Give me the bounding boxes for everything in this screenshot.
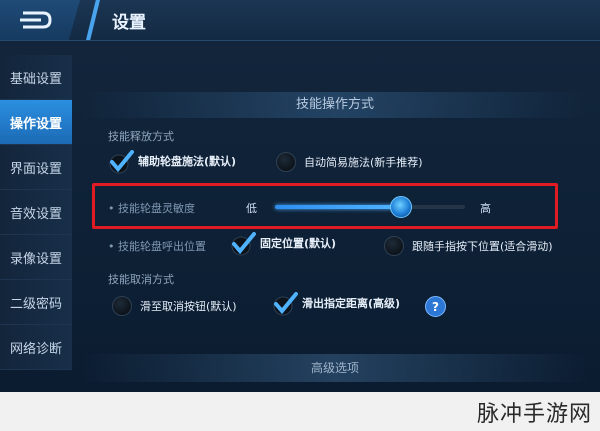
highlight-annotation-box: [92, 183, 558, 229]
watermark-text: 脉冲手游网: [476, 402, 592, 427]
option-fixed-position-label: 固定位置(默认): [260, 237, 337, 250]
header-bar: 设置: [0, 0, 600, 41]
back-button[interactable]: [0, 0, 80, 40]
header-accent-stripe: [86, 0, 100, 40]
option-simple-cast[interactable]: 自动简易施法(新手推荐): [276, 152, 423, 172]
sidebar-item-interface[interactable]: 界面设置: [0, 145, 72, 190]
option-slide-distance[interactable]: 滑出指定距离(高级): [272, 292, 401, 316]
option-cancel-button[interactable]: 滑至取消按钮(默认): [112, 296, 237, 316]
sidebar-item-basic[interactable]: 基础设置: [0, 55, 72, 100]
option-fixed-position[interactable]: 固定位置(默认): [230, 232, 337, 256]
wheel-position-label-text: 技能轮盘呼出位置: [118, 240, 206, 253]
option-cancel-button-label: 滑至取消按钮(默认): [140, 300, 237, 313]
sidebar-item-replay[interactable]: 录像设置: [0, 235, 72, 280]
question-icon[interactable]: ?: [425, 296, 446, 317]
radio-empty-icon: [112, 296, 132, 316]
sidebar-item-audio[interactable]: 音效设置: [0, 190, 72, 235]
option-simple-cast-label: 自动简易施法(新手推荐): [304, 156, 423, 169]
sidebar: 基础设置 操作设置 界面设置 音效设置 录像设置 二级密码 网络诊断: [0, 55, 72, 370]
radio-empty-icon: [276, 152, 296, 172]
wheel-position-label: • 技能轮盘呼出位置: [108, 240, 206, 253]
option-slide-distance-label: 滑出指定距离(高级): [302, 297, 401, 310]
option-wheel-cast-label: 辅助轮盘施法(默认): [138, 155, 237, 168]
sidebar-item-secondary-password[interactable]: 二级密码: [0, 280, 72, 325]
checkmark-icon: [108, 150, 134, 174]
section-title: 技能操作方式: [82, 92, 588, 118]
page-title: 设置: [112, 13, 146, 33]
settings-screen: 设置 基础设置 操作设置 界面设置 音效设置 录像设置 二级密码 网络诊断 技能…: [0, 0, 600, 392]
sidebar-item-controls[interactable]: 操作设置: [0, 100, 72, 145]
checkmark-icon: [230, 232, 256, 256]
option-follow-finger[interactable]: 跟随手指按下位置(适合滑动): [384, 236, 553, 256]
release-method-label: 技能释放方式: [108, 130, 174, 143]
advanced-options-button[interactable]: 高级选项: [82, 354, 588, 382]
cancel-method-label: 技能取消方式: [108, 273, 174, 286]
option-follow-finger-label: 跟随手指按下位置(适合滑动): [412, 240, 553, 253]
back-arrow-icon: [20, 11, 52, 29]
sidebar-item-network[interactable]: 网络诊断: [0, 325, 72, 370]
radio-empty-icon: [384, 236, 404, 256]
option-wheel-cast[interactable]: 辅助轮盘施法(默认): [108, 150, 237, 174]
checkmark-icon: [272, 292, 298, 316]
